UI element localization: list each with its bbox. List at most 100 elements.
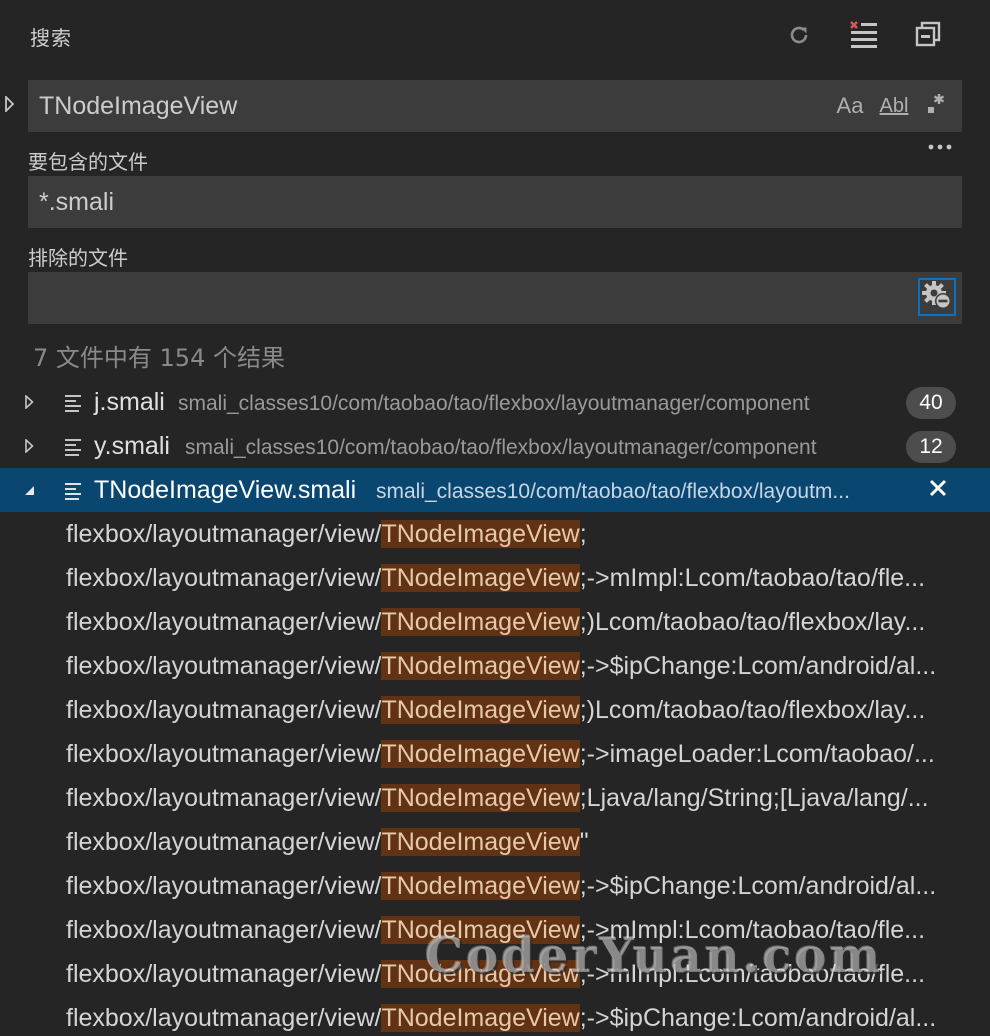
match-row[interactable]: flexbox/layoutmanager/view/TNodeImageVie… xyxy=(0,600,990,644)
chevron-right-icon[interactable] xyxy=(22,438,36,454)
search-input[interactable] xyxy=(39,80,819,132)
match-text: flexbox/layoutmanager/view/TNodeImageVie… xyxy=(66,1000,978,1036)
regex-toggle[interactable] xyxy=(924,92,948,120)
match-highlight: TNodeImageView xyxy=(381,916,580,944)
match-highlight: TNodeImageView xyxy=(381,1004,580,1032)
match-after: ;->imageLoader:Lcom/taobao/... xyxy=(579,740,935,768)
exclude-field xyxy=(28,272,962,324)
match-highlight: TNodeImageView xyxy=(381,652,580,680)
chevron-right-icon[interactable] xyxy=(22,394,36,410)
match-text: flexbox/layoutmanager/view/TNodeImageVie… xyxy=(66,560,978,596)
toggle-replace-button[interactable] xyxy=(2,94,18,116)
match-before: flexbox/layoutmanager/view/ xyxy=(66,564,382,592)
search-panel: 搜索 TNodeImageView Aa Abl 要包含的文件 *.smali … xyxy=(0,0,990,1036)
dismiss-file-button[interactable] xyxy=(926,478,950,502)
chevron-right-icon xyxy=(5,94,15,116)
result-count-badge: 40 xyxy=(906,387,956,419)
match-row[interactable]: flexbox/layoutmanager/view/TNodeImageVie… xyxy=(0,908,990,952)
file-name: j.smali xyxy=(94,388,165,416)
search-field: Aa Abl xyxy=(28,80,962,132)
match-after: ;)Lcom/taobao/tao/flexbox/lay... xyxy=(579,608,926,636)
match-text: flexbox/layoutmanager/view/TNodeImageVie… xyxy=(66,604,978,640)
match-before: flexbox/layoutmanager/view/ xyxy=(66,520,382,548)
ellipsis-icon xyxy=(928,135,952,154)
match-row[interactable]: flexbox/layoutmanager/view/TNodeImageVie… xyxy=(0,864,990,908)
match-highlight: TNodeImageView xyxy=(381,784,580,812)
match-before: flexbox/layoutmanager/view/ xyxy=(66,872,382,900)
toggle-search-details-button[interactable] xyxy=(926,134,954,154)
match-before: flexbox/layoutmanager/view/ xyxy=(66,784,382,812)
use-exclude-settings-toggle[interactable] xyxy=(918,278,956,316)
match-text: flexbox/layoutmanager/view/TNodeImageVie… xyxy=(66,516,978,552)
refresh-icon xyxy=(786,22,812,48)
result-count-badge: 12 xyxy=(906,431,956,463)
exclude-label: 排除的文件 xyxy=(28,246,128,270)
collapse-all-button[interactable] xyxy=(911,18,945,52)
file-result-row[interactable]: j.smali smali_classes10/com/taobao/tao/f… xyxy=(0,380,990,424)
match-row[interactable]: flexbox/layoutmanager/view/TNodeImageVie… xyxy=(0,556,990,600)
match-case-toggle[interactable]: Aa xyxy=(834,92,866,120)
results-summary: 7 文件中有 154 个结果 xyxy=(33,344,285,372)
match-after: ;->$ipChange:Lcom/android/al... xyxy=(579,652,937,680)
match-after: ;Ljava/lang/String;[Ljava/lang/... xyxy=(579,784,929,812)
match-row[interactable]: flexbox/layoutmanager/view/TNodeImageVie… xyxy=(0,688,990,732)
file-path: smali_classes10/com/taobao/tao/flexbox/l… xyxy=(185,436,817,459)
gear-exclude-icon xyxy=(921,279,953,315)
regex-icon xyxy=(925,92,947,121)
include-input[interactable] xyxy=(39,176,819,228)
match-highlight: TNodeImageView xyxy=(381,564,580,592)
match-after: ;->mImpl:Lcom/taobao/tao/fle... xyxy=(579,564,926,592)
match-after: ;->mImpl:Lcom/taobao/tao/fle... xyxy=(579,916,926,944)
match-highlight: TNodeImageView xyxy=(381,828,580,856)
match-text: flexbox/layoutmanager/view/TNodeImageVie… xyxy=(66,648,978,684)
match-after: ;->$ipChange:Lcom/android/al... xyxy=(579,1004,937,1032)
match-highlight: TNodeImageView xyxy=(381,960,580,988)
match-row[interactable]: flexbox/layoutmanager/view/TNodeImageVie… xyxy=(0,644,990,688)
match-after: ;->mImpl:Lcom/taobao/tao/fle... xyxy=(579,960,926,988)
whole-word-toggle[interactable]: Abl xyxy=(878,92,910,120)
search-header: 搜索 xyxy=(0,0,990,70)
match-row[interactable]: flexbox/layoutmanager/view/TNodeImageVie… xyxy=(0,952,990,996)
collapse-all-icon xyxy=(914,21,942,49)
file-result-row[interactable]: y.smali smali_classes10/com/taobao/tao/f… xyxy=(0,424,990,468)
match-before: flexbox/layoutmanager/view/ xyxy=(66,696,382,724)
match-text: flexbox/layoutmanager/view/TNodeImageVie… xyxy=(66,692,978,728)
file-lines-icon xyxy=(64,480,82,500)
match-before: flexbox/layoutmanager/view/ xyxy=(66,740,382,768)
match-text: flexbox/layoutmanager/view/TNodeImageVie… xyxy=(66,912,978,948)
file-path: smali_classes10/com/taobao/tao/flexbox/l… xyxy=(376,480,850,503)
match-before: flexbox/layoutmanager/view/ xyxy=(66,828,382,856)
match-row[interactable]: flexbox/layoutmanager/view/TNodeImageVie… xyxy=(0,820,990,864)
match-highlight: TNodeImageView xyxy=(381,608,580,636)
match-before: flexbox/layoutmanager/view/ xyxy=(66,608,382,636)
match-row[interactable]: flexbox/layoutmanager/view/TNodeImageVie… xyxy=(0,512,990,556)
panel-title: 搜索 xyxy=(30,26,72,50)
match-before: flexbox/layoutmanager/view/ xyxy=(66,916,382,944)
match-after: ;)Lcom/taobao/tao/flexbox/lay... xyxy=(579,696,926,724)
refresh-button[interactable] xyxy=(782,18,816,52)
match-text: flexbox/layoutmanager/view/TNodeImageVie… xyxy=(66,824,978,860)
file-name: TNodeImageView.smali xyxy=(94,476,357,504)
match-text: flexbox/layoutmanager/view/TNodeImageVie… xyxy=(66,956,978,992)
file-result-row-selected[interactable]: TNodeImageView.smali smali_classes10/com… xyxy=(0,468,990,512)
match-row[interactable]: flexbox/layoutmanager/view/TNodeImageVie… xyxy=(0,732,990,776)
match-before: flexbox/layoutmanager/view/ xyxy=(66,960,382,988)
include-label: 要包含的文件 xyxy=(28,150,148,174)
match-after: ; xyxy=(579,520,587,548)
match-after: ;->$ipChange:Lcom/android/al... xyxy=(579,872,937,900)
clear-results-button[interactable] xyxy=(846,18,880,52)
include-field xyxy=(28,176,962,228)
chevron-down-icon[interactable] xyxy=(22,482,36,498)
file-name: y.smali xyxy=(94,432,170,460)
match-text: flexbox/layoutmanager/view/TNodeImageVie… xyxy=(66,868,978,904)
exclude-input[interactable] xyxy=(39,272,819,324)
close-icon xyxy=(929,479,947,501)
match-text: flexbox/layoutmanager/view/TNodeImageVie… xyxy=(66,736,978,772)
file-lines-icon xyxy=(64,392,82,412)
match-before: flexbox/layoutmanager/view/ xyxy=(66,652,382,680)
clear-results-icon xyxy=(847,20,879,50)
match-row[interactable]: flexbox/layoutmanager/view/TNodeImageVie… xyxy=(0,776,990,820)
match-highlight: TNodeImageView xyxy=(381,740,580,768)
match-after: " xyxy=(579,828,589,856)
match-row[interactable]: flexbox/layoutmanager/view/TNodeImageVie… xyxy=(0,996,990,1036)
